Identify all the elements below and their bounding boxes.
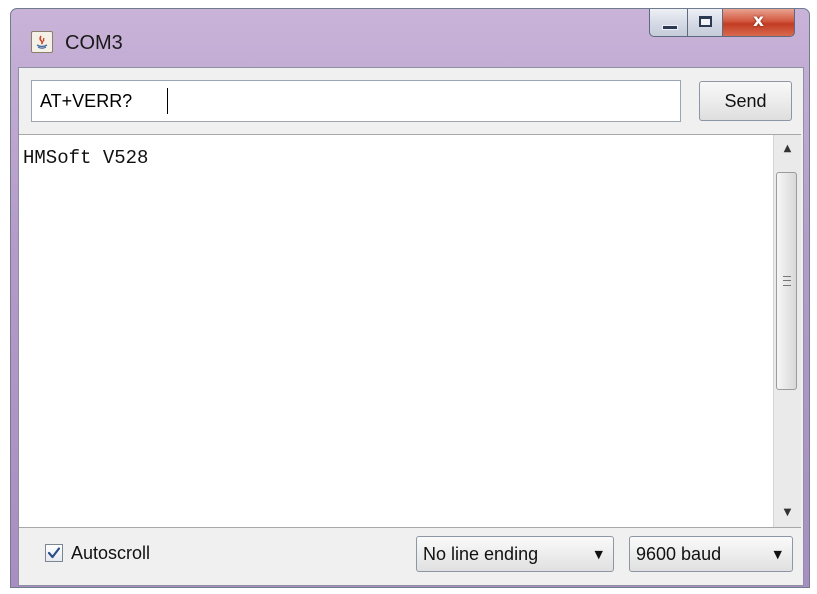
scrollbar-thumb[interactable] — [776, 172, 797, 390]
dropdown-arrow-icon: ▼ — [594, 548, 603, 561]
send-button[interactable]: Send — [699, 81, 792, 121]
command-input[interactable] — [31, 80, 681, 122]
line-ending-select[interactable]: No line ending ▼ — [416, 536, 614, 572]
scroll-up-arrow-icon[interactable]: ▲ — [774, 135, 801, 163]
dropdown-arrow-icon: ▼ — [773, 548, 782, 561]
minimize-icon — [662, 25, 678, 30]
serial-output-panel[interactable]: HMSoft V528 ▲ ▼ — [19, 134, 801, 528]
baud-rate-select[interactable]: 9600 baud ▼ — [629, 536, 793, 572]
maximize-icon — [699, 16, 712, 27]
java-cup-icon — [31, 31, 53, 53]
minimize-button[interactable] — [649, 9, 687, 37]
autoscroll-checkbox[interactable] — [45, 544, 63, 562]
scrollbar-grip-icon — [783, 276, 791, 286]
close-icon: x — [753, 11, 764, 31]
baud-rate-value: 9600 baud — [636, 544, 722, 564]
serial-output-text: HMSoft V528 — [23, 147, 149, 169]
window-title: COM3 — [65, 32, 123, 54]
vertical-scrollbar[interactable]: ▲ ▼ — [773, 135, 801, 527]
line-ending-value: No line ending — [423, 544, 539, 564]
checkmark-icon — [47, 547, 61, 559]
text-caret — [167, 88, 168, 114]
maximize-button[interactable] — [687, 9, 723, 37]
scroll-down-arrow-icon[interactable]: ▼ — [774, 499, 801, 527]
client-area: Send HMSoft V528 ▲ ▼ Autoscroll No line … — [18, 67, 804, 586]
bottom-toolbar: Autoscroll No line ending ▼ 9600 baud ▼ — [19, 527, 801, 583]
window-controls: x — [649, 9, 795, 39]
serial-monitor-window: COM3 x Send HMSoft V528 ▲ ▼ — [10, 8, 810, 588]
close-button[interactable]: x — [723, 9, 795, 37]
autoscroll-label[interactable]: Autoscroll — [71, 542, 150, 564]
title-bar[interactable]: COM3 x — [11, 9, 809, 67]
